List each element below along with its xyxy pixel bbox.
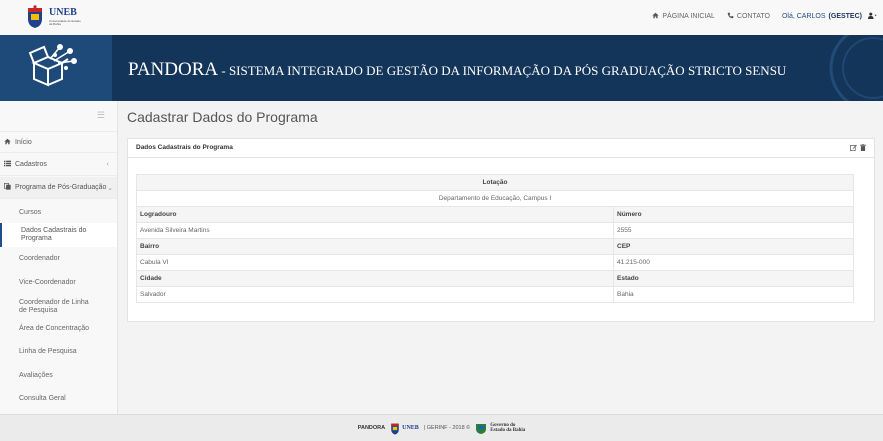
gov-line-2: Estado da Bahia bbox=[490, 428, 526, 433]
seal-watermark bbox=[829, 35, 883, 101]
home-icon bbox=[652, 12, 660, 21]
sidebar-subitem-area-concentracao[interactable]: Área de Concentração bbox=[0, 321, 117, 337]
subitem-label: Área de Concentração bbox=[19, 325, 90, 332]
user-menu[interactable]: Olá, CARLOS (GESTEC) bbox=[782, 12, 877, 21]
footer: PANDORA UNEB | GERINF - 2018 © Governo d… bbox=[0, 414, 883, 441]
footer-logo-name: UNEB bbox=[402, 425, 419, 431]
footer-brand: PANDORA bbox=[357, 425, 386, 431]
uneb-logo[interactable]: UNEB Universidade do Estado da Bahia bbox=[26, 4, 83, 30]
subitem-label: Vice-Coordenador bbox=[19, 279, 76, 286]
sidebar-item-label: Início bbox=[15, 138, 32, 146]
bairro-value: Cabula VI bbox=[136, 254, 614, 271]
sidebar-subitem-coordenador-linha[interactable]: Coordenador de Linha de Pesquisa bbox=[0, 297, 117, 317]
uneb-crest-icon bbox=[26, 5, 44, 29]
subitem-label: Cursos bbox=[19, 209, 42, 216]
subitem-label: Consulta Geral bbox=[19, 395, 66, 402]
banner-logo-area bbox=[0, 35, 112, 101]
sidebar-item-label: Programa de Pós-Graduação bbox=[15, 184, 107, 191]
estado-label: Estado bbox=[613, 270, 854, 287]
top-nav-links: PÁGINA INICIAL CONTATO Olá, CARLOS (GEST… bbox=[652, 12, 877, 21]
government-logo: Governo do Estado da Bahia bbox=[475, 422, 525, 434]
numero-label: Número bbox=[613, 206, 854, 223]
sidebar-item-cadastros[interactable]: Cadastros ‹ bbox=[0, 154, 117, 176]
lotacao-value: Departamento de Educação, Campus I bbox=[136, 190, 854, 207]
system-title-main: PANDORA bbox=[128, 59, 219, 80]
phone-icon bbox=[727, 12, 734, 21]
uneb-crest-icon bbox=[391, 423, 399, 434]
program-data-panel: Dados Cadastrais do Programa Lotação Dep… bbox=[127, 138, 875, 322]
menu-toggle-icon[interactable]: ☰ bbox=[97, 110, 105, 121]
panel-title: Dados Cadastrais do Programa bbox=[136, 144, 233, 151]
home-icon bbox=[3, 138, 11, 147]
lotacao-label: Lotação bbox=[136, 174, 854, 191]
logo-name: UNEB bbox=[49, 7, 77, 18]
chevron-left-icon: ‹ bbox=[106, 161, 109, 168]
sidebar-subitem-avaliacoes[interactable]: Avaliações bbox=[0, 368, 117, 384]
system-title-rest: - SISTEMA INTEGRADO DE GESTÃO DA INFORMA… bbox=[218, 63, 787, 78]
page-title: Cadastrar Dados do Programa bbox=[127, 109, 318, 125]
sidebar-subitem-vice-coordenador[interactable]: Vice-Coordenador bbox=[0, 275, 117, 291]
sidebar-subitem-linha-pesquisa[interactable]: Linha de Pesquisa bbox=[0, 344, 117, 360]
footer-uneb-logo: UNEB bbox=[390, 422, 419, 435]
cidade-value: Salvador bbox=[136, 286, 614, 303]
sidebar-subitem-coordenador[interactable]: Coordenador bbox=[0, 251, 117, 267]
home-link-label: PÁGINA INICIAL bbox=[662, 13, 715, 20]
sidebar-subitem-dados-cadastrais[interactable]: Dados Cadastrais do Programa bbox=[0, 223, 117, 247]
cep-label: CEP bbox=[613, 238, 854, 255]
panel-tools bbox=[850, 144, 866, 153]
logradouro-value: Avenida Silveira Martins bbox=[136, 222, 614, 239]
logo-subtitle: Universidade do Estado da Bahia bbox=[49, 19, 81, 26]
subitem-label: Avaliações bbox=[19, 372, 53, 379]
chevron-down-icon: ⌄ bbox=[107, 184, 113, 192]
sidebar-subitem-consulta-geral[interactable]: Consulta Geral bbox=[0, 391, 117, 407]
sidebar-item-programa[interactable]: Programa de Pós-Graduação ⌄ bbox=[0, 177, 117, 199]
cep-value: 41.215-000 bbox=[613, 254, 854, 271]
user-group: (GESTEC) bbox=[828, 13, 862, 20]
government-crest-icon bbox=[476, 424, 487, 434]
system-banner: PANDORA - SISTEMA INTEGRADO DE GESTÃO DA… bbox=[0, 35, 883, 101]
system-title: PANDORA - SISTEMA INTEGRADO DE GESTÃO DA… bbox=[128, 59, 786, 81]
edit-icon[interactable] bbox=[850, 144, 857, 153]
main-content: Cadastrar Dados do Programa Dados Cadast… bbox=[117, 101, 883, 414]
sidebar: ☰ Início Cadastros ‹ Programa de Pós-Gra… bbox=[0, 101, 118, 414]
home-link[interactable]: PÁGINA INICIAL bbox=[652, 12, 715, 21]
bairro-label: Bairro bbox=[136, 238, 614, 255]
top-navbar: UNEB Universidade do Estado da Bahia PÁG… bbox=[0, 0, 883, 36]
program-data-table: Lotação Departamento de Educação, Campus… bbox=[136, 174, 854, 303]
subitem-label: Coordenador bbox=[19, 255, 60, 262]
sidebar-item-inicio[interactable]: Início bbox=[0, 131, 117, 153]
sidebar-item-label: Cadastros bbox=[15, 161, 47, 168]
logradouro-label: Logradouro bbox=[136, 206, 614, 223]
user-greeting: Olá, CARLOS bbox=[781, 13, 826, 20]
trash-icon[interactable] bbox=[860, 144, 866, 153]
pandora-box-icon bbox=[28, 44, 77, 87]
copy-icon bbox=[3, 183, 11, 192]
subitem-label: Dados Cadastrais do Programa bbox=[21, 227, 87, 242]
sidebar-subitem-cursos[interactable]: Cursos bbox=[0, 205, 117, 221]
numero-value: 2555 bbox=[613, 222, 854, 239]
subitem-label: Coordenador de Linha de Pesquisa bbox=[19, 299, 89, 314]
contact-link-label: CONTATO bbox=[736, 13, 770, 20]
footer-copyright: | GERINF - 2018 © bbox=[423, 425, 471, 431]
user-icon bbox=[868, 12, 877, 21]
estado-value: Bahia bbox=[613, 286, 854, 303]
contact-link[interactable]: CONTATO bbox=[727, 12, 770, 21]
panel-header: Dados Cadastrais do Programa bbox=[128, 139, 874, 158]
cidade-label: Cidade bbox=[136, 270, 614, 287]
list-icon bbox=[3, 160, 11, 169]
subitem-label: Linha de Pesquisa bbox=[19, 348, 77, 355]
